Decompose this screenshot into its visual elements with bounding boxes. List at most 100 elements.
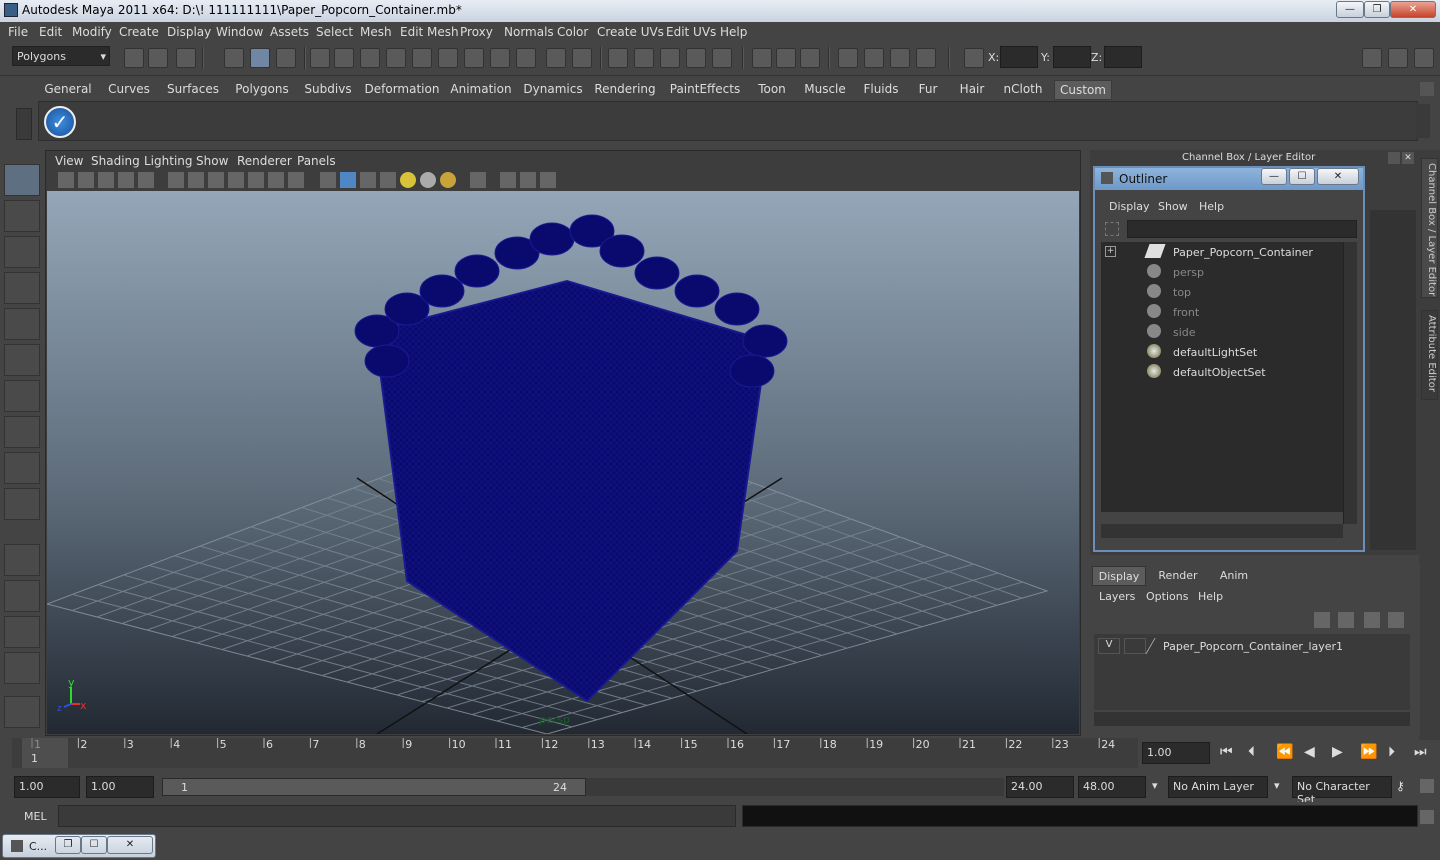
- restore-button[interactable]: ❐: [55, 836, 81, 854]
- single-perspective-layout-icon[interactable]: [4, 544, 40, 576]
- camera-attributes-icon[interactable]: [78, 172, 94, 188]
- character-set-selector[interactable]: No Character Set: [1292, 776, 1392, 806]
- grid-icon[interactable]: [168, 172, 184, 188]
- use-default-lights-icon[interactable]: [400, 172, 416, 188]
- select-handles-icon[interactable]: [334, 48, 354, 68]
- menu-help[interactable]: Help: [720, 25, 747, 39]
- layer-name[interactable]: Paper_Popcorn_Container_layer1: [1163, 640, 1343, 653]
- 2d-pan-zoom-icon[interactable]: [138, 172, 154, 188]
- animation-preferences-icon[interactable]: [1420, 779, 1434, 793]
- use-all-lights-icon[interactable]: [420, 172, 436, 188]
- menu-edit[interactable]: Edit: [39, 25, 62, 39]
- playback-end-input[interactable]: 24.00: [1006, 776, 1074, 798]
- step-forward-frame-icon[interactable]: ⏵: [1388, 744, 1395, 760]
- menu-proxy[interactable]: Proxy: [460, 25, 493, 39]
- shelf-tab-toon[interactable]: Toon: [752, 80, 792, 100]
- step-back-frame-icon[interactable]: ⏴: [1248, 744, 1255, 760]
- snap-view-plane-icon[interactable]: [686, 48, 706, 68]
- bookmarks-icon[interactable]: [98, 172, 114, 188]
- time-slider[interactable]: 123456789101112131415161718192021222324 …: [12, 738, 1138, 768]
- move-layer-down-icon[interactable]: [1338, 612, 1354, 628]
- layer-tab-anim[interactable]: Anim: [1210, 566, 1258, 586]
- z-input[interactable]: [1104, 46, 1142, 68]
- input-ops-icon[interactable]: [752, 48, 772, 68]
- transform-field-icon[interactable]: [964, 48, 984, 68]
- 3d-viewport[interactable]: persp y x z: [47, 191, 1079, 734]
- minimized-window[interactable]: C... ❐ ☐ ✕: [2, 834, 156, 858]
- gate-mask-icon[interactable]: [228, 172, 244, 188]
- new-scene-icon[interactable]: [124, 48, 144, 68]
- maximize-button[interactable]: ☐: [81, 836, 107, 854]
- last-tool-icon[interactable]: [4, 488, 40, 520]
- select-curves-icon[interactable]: [386, 48, 406, 68]
- wireframe-on-shaded-icon[interactable]: [360, 172, 376, 188]
- attribute-editor-side-tab[interactable]: Attribute Editor: [1421, 310, 1438, 400]
- close-button[interactable]: ✕: [107, 836, 153, 854]
- outliner-item-top[interactable]: top: [1173, 286, 1191, 299]
- end-time-input[interactable]: 48.00: [1078, 776, 1146, 798]
- make-live-icon[interactable]: [712, 48, 732, 68]
- layer-menu-layers[interactable]: Layers: [1099, 590, 1135, 603]
- outliner-item-paper-popcorn-container[interactable]: Paper_Popcorn_Container: [1173, 246, 1313, 259]
- shelf-tab-fluids[interactable]: Fluids: [858, 80, 904, 100]
- toggle-tool-settings-icon[interactable]: [1388, 48, 1408, 68]
- command-input[interactable]: [58, 805, 736, 827]
- layer-menu-help[interactable]: Help: [1198, 590, 1223, 603]
- outliner-item-front[interactable]: front: [1173, 306, 1199, 319]
- open-scene-icon[interactable]: [148, 48, 168, 68]
- viewport-menu-view[interactable]: View: [55, 154, 83, 168]
- shelf-tab-hair[interactable]: Hair: [952, 80, 992, 100]
- outliner-menu-show[interactable]: Show: [1158, 200, 1188, 213]
- output-ops-icon[interactable]: [776, 48, 796, 68]
- menu-modify[interactable]: Modify: [72, 25, 112, 39]
- shelf-tab-custom[interactable]: Custom: [1054, 80, 1112, 100]
- channel-box-side-tab[interactable]: Channel Box / Layer Editor: [1421, 158, 1438, 298]
- shelf-tab-rendering[interactable]: Rendering: [592, 80, 658, 100]
- range-slider[interactable]: 1 24: [162, 778, 586, 796]
- chevron-down-icon[interactable]: ▾: [1152, 779, 1158, 792]
- safe-title-icon[interactable]: [288, 172, 304, 188]
- shelf-tab-polygons[interactable]: Polygons: [232, 80, 292, 100]
- toggle-channel-box-icon[interactable]: [1362, 48, 1382, 68]
- menu-create[interactable]: Create: [119, 25, 159, 39]
- universal-manipulator-icon[interactable]: [4, 380, 40, 412]
- viewport-menu-lighting[interactable]: Lighting: [144, 154, 193, 168]
- layer-visibility-toggle[interactable]: V: [1098, 638, 1120, 654]
- close-button[interactable]: ✕: [1390, 1, 1436, 18]
- shelf-tab-fur[interactable]: Fur: [910, 80, 946, 100]
- viewport-menu-shading[interactable]: Shading: [91, 154, 140, 168]
- resolution-gate-icon[interactable]: [208, 172, 224, 188]
- menu-file[interactable]: File: [8, 25, 28, 39]
- menu-display[interactable]: Display: [167, 25, 211, 39]
- current-time-input[interactable]: 1.00: [1142, 742, 1210, 764]
- shelf-tab-ncloth[interactable]: nCloth: [998, 80, 1048, 100]
- soft-modification-icon[interactable]: [4, 416, 40, 448]
- play-backwards-icon[interactable]: ◀: [1304, 744, 1315, 760]
- render-settings-icon[interactable]: [916, 48, 936, 68]
- step-forward-key-icon[interactable]: ⏩: [1360, 744, 1377, 760]
- layer-tab-render[interactable]: Render: [1150, 566, 1206, 586]
- four-view-layout-icon[interactable]: [4, 580, 40, 612]
- outliner-horizontal-scrollbar[interactable]: [1101, 524, 1343, 538]
- start-time-input[interactable]: 1.00: [14, 776, 80, 798]
- menu-color[interactable]: Color: [557, 25, 588, 39]
- outliner-vertical-scrollbar[interactable]: [1343, 242, 1357, 524]
- menu-mesh[interactable]: Mesh: [360, 25, 392, 39]
- outliner-item-default-object-set[interactable]: defaultObjectSet: [1173, 366, 1266, 379]
- select-deformations-icon[interactable]: [438, 48, 458, 68]
- maximize-button[interactable]: ❐: [1364, 1, 1390, 18]
- shelf-tab-general[interactable]: General: [40, 80, 96, 100]
- go-to-start-icon[interactable]: ⏮: [1220, 744, 1233, 760]
- outliner-maximize-button[interactable]: ☐: [1289, 168, 1315, 185]
- mask-dropdown-icon[interactable]: [310, 48, 330, 68]
- persp-outliner-layout-icon[interactable]: [4, 616, 40, 648]
- layer-tab-display[interactable]: Display: [1092, 566, 1146, 586]
- toggle-attribute-editor-icon[interactable]: [1414, 48, 1434, 68]
- construction-history-icon[interactable]: [800, 48, 820, 68]
- shelf-tab-muscle[interactable]: Muscle: [800, 80, 850, 100]
- menu-normals[interactable]: Normals: [504, 25, 554, 39]
- viewport-menu-renderer[interactable]: Renderer: [237, 154, 292, 168]
- select-object-icon[interactable]: [250, 48, 270, 68]
- move-tool-icon[interactable]: [4, 272, 40, 304]
- outliner-item-side[interactable]: side: [1173, 326, 1196, 339]
